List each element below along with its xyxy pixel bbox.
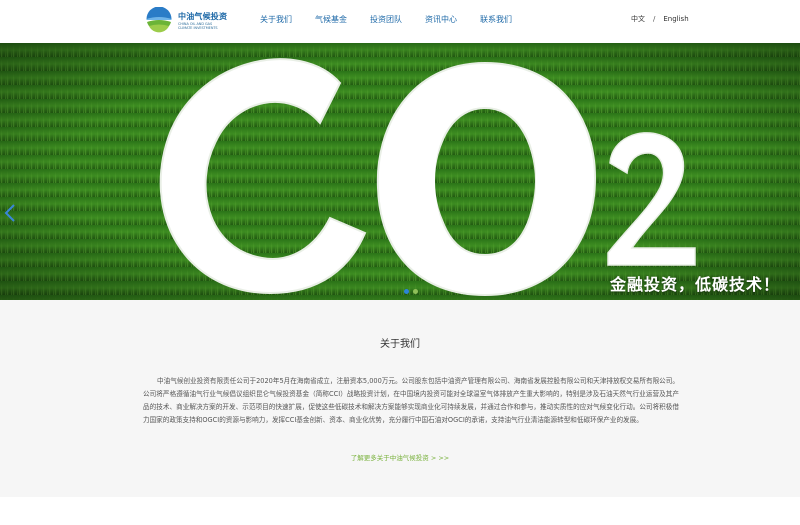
lang-separator: / xyxy=(653,15,656,23)
slide-dot-1[interactable] xyxy=(404,289,409,294)
company-logo[interactable]: 中油气候投资 CHINA OIL AND GAS CLIMATE INVESTM… xyxy=(145,6,228,36)
slide-dot-2[interactable] xyxy=(413,289,418,294)
site-header: 中油气候投资 CHINA OIL AND GAS CLIMATE INVESTM… xyxy=(0,0,800,43)
about-body-text: 中油气候创业投资有限责任公司于2020年5月在海南省成立，注册资本5,000万元… xyxy=(143,377,679,424)
lang-chinese[interactable]: 中文 xyxy=(631,13,645,25)
about-more-link[interactable]: 了解更多关于中油气候投资 > >> xyxy=(0,452,800,462)
prev-slide-arrow-icon[interactable] xyxy=(3,203,17,223)
nav-team[interactable]: 投资团队 xyxy=(370,13,402,27)
nav-about[interactable]: 关于我们 xyxy=(260,13,292,27)
logo-name-cn: 中油气候投资 xyxy=(178,11,228,21)
main-nav: 关于我们 气候基金 投资团队 资讯中心 联系我们 xyxy=(260,13,535,27)
about-title: 关于我们 xyxy=(380,339,420,350)
banner-slogan: 金融投资，低碳技术！ xyxy=(610,275,781,294)
logo-name-en-line2: CLIMATE INVESTMENTS xyxy=(178,26,218,30)
language-switcher: 中文 / English xyxy=(631,13,689,25)
nav-news[interactable]: 资讯中心 xyxy=(425,13,457,27)
nav-contact[interactable]: 联系我们 xyxy=(480,13,512,27)
logo-emblem-icon xyxy=(146,7,172,34)
slide-indicators xyxy=(402,289,420,294)
lang-english[interactable]: English xyxy=(663,13,688,25)
nav-climate-fund[interactable]: 气候基金 xyxy=(315,13,347,27)
page-bottom-spacer xyxy=(0,497,800,525)
hero-banner xyxy=(0,43,800,300)
co2-grass-image xyxy=(0,43,800,300)
